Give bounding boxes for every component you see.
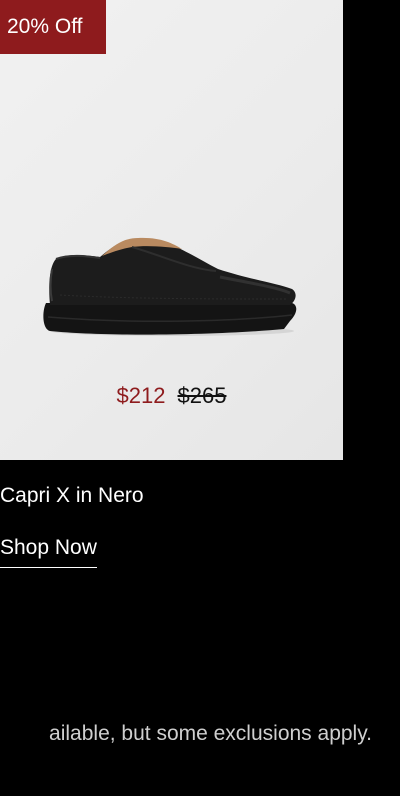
price-row: $212 $265 [0,381,343,411]
promo-page: 20% Off $212 $265 Capri X in Nero Shop N… [0,0,400,796]
black-sneaker-image[interactable] [40,225,302,345]
exclusions-note: ailable, but some exclusions apply. [49,722,372,745]
product-name[interactable]: Capri X in Nero [0,481,144,511]
sale-price: $212 [116,383,166,408]
discount-badge: 20% Off [0,0,106,54]
shop-now-link[interactable]: Shop Now [0,534,97,568]
product-card[interactable]: 20% Off $212 $265 [0,0,343,460]
original-price: $265 [177,383,227,408]
